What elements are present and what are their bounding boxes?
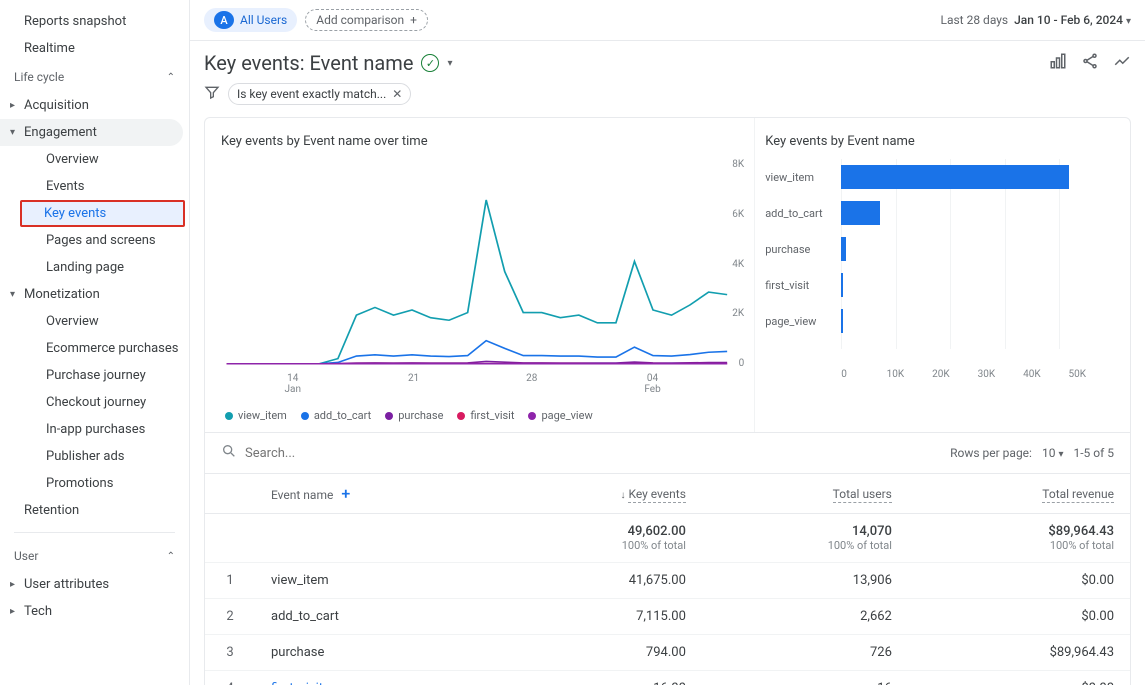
customize-icon[interactable]: [1049, 52, 1067, 74]
page-header: Key events: Event name ✓ ▾: [190, 41, 1145, 79]
segment-label: All Users: [240, 13, 287, 27]
bar-chart: view_itemadd_to_cartpurchasefirst_visitp…: [765, 159, 1114, 369]
chevron-up-icon: ⌃: [167, 72, 175, 83]
bar-row[interactable]: page_view: [765, 303, 1114, 339]
insights-icon[interactable]: [1113, 52, 1131, 74]
legend-item[interactable]: page_view: [528, 409, 592, 422]
table-controls: Rows per page: 10 ▾ 1-5 of 5: [205, 432, 1130, 473]
sidebar-item-user-attributes[interactable]: ▸User attributes: [0, 571, 189, 598]
legend-item[interactable]: purchase: [385, 409, 443, 422]
divider: [14, 532, 175, 533]
sidebar: Reports snapshot Realtime Life cycle⌃ ▸A…: [0, 0, 190, 685]
search-icon: [221, 443, 237, 463]
sidebar-group-user[interactable]: User⌃: [0, 541, 189, 571]
report-card: Key events by Event name over time 8K6K4…: [204, 117, 1131, 685]
sidebar-item-mon-publisher[interactable]: Publisher ads: [0, 443, 189, 470]
sidebar-item-mon-ecom[interactable]: Ecommerce purchases: [0, 335, 189, 362]
share-icon[interactable]: [1081, 52, 1099, 74]
sidebar-item-eng-overview[interactable]: Overview: [0, 146, 189, 173]
sidebar-item-mon-checkout[interactable]: Checkout journey: [0, 389, 189, 416]
bar-row[interactable]: view_item: [765, 159, 1114, 195]
sidebar-item-eng-events[interactable]: Events: [0, 173, 189, 200]
sidebar-item-eng-landing[interactable]: Landing page: [0, 254, 189, 281]
sidebar-item-mon-purchase[interactable]: Purchase journey: [0, 362, 189, 389]
topbar: A All Users Add comparison + Last 28 day…: [190, 0, 1145, 41]
sidebar-item-reports-snapshot[interactable]: Reports snapshot: [0, 8, 189, 35]
bar-row[interactable]: first_visit: [765, 267, 1114, 303]
bar-chart-title: Key events by Event name: [765, 134, 1114, 149]
caret-right-icon: ▸: [10, 100, 22, 111]
date-range-picker[interactable]: Last 28 days Jan 10 - Feb 6, 2024 ▾: [941, 13, 1132, 27]
filter-chip[interactable]: Is key event exactly match... ✕: [228, 83, 411, 105]
table-row[interactable]: 2add_to_cart7,115.002,662$0.00: [205, 599, 1130, 635]
chevron-down-icon: ▾: [1058, 449, 1063, 460]
rows-per-page-select[interactable]: 10 ▾: [1042, 446, 1064, 460]
sidebar-item-engagement[interactable]: ▾Engagement: [0, 119, 183, 146]
caret-right-icon: ▸: [10, 579, 22, 590]
sort-down-icon: ↓: [620, 490, 625, 501]
legend-item[interactable]: add_to_cart: [301, 409, 371, 422]
totals-row: 49,602.00100% of total 14,070100% of tot…: [205, 514, 1130, 563]
table-row[interactable]: 1view_item41,675.0013,906$0.00: [205, 563, 1130, 599]
sidebar-item-eng-key-events[interactable]: Key events: [20, 200, 185, 227]
filter-icon[interactable]: [204, 84, 220, 104]
sidebar-group-lifecycle[interactable]: Life cycle⌃: [0, 62, 189, 92]
sidebar-item-mon-overview[interactable]: Overview: [0, 308, 189, 335]
bar-row[interactable]: purchase: [765, 231, 1114, 267]
line-chart: 8K6K4K2K0: [221, 159, 744, 369]
sidebar-item-acquisition[interactable]: ▸Acquisition: [0, 92, 189, 119]
line-chart-title: Key events by Event name over time: [221, 134, 744, 149]
sidebar-item-mon-promo[interactable]: Promotions: [0, 470, 189, 497]
table-row[interactable]: 3purchase794.00726$89,964.43: [205, 635, 1130, 671]
sidebar-item-tech[interactable]: ▸Tech: [0, 598, 189, 625]
caret-down-icon: ▾: [10, 127, 22, 138]
plus-icon: +: [410, 13, 417, 27]
close-icon[interactable]: ✕: [392, 87, 402, 101]
sidebar-item-retention[interactable]: Retention: [0, 497, 189, 524]
sidebar-item-eng-pages[interactable]: Pages and screens: [0, 227, 189, 254]
add-comparison-button[interactable]: Add comparison +: [305, 9, 428, 31]
caret-down-icon: ▾: [10, 289, 22, 300]
col-event-name[interactable]: Event name+: [255, 474, 493, 514]
col-index: [205, 474, 255, 514]
bar-row[interactable]: add_to_cart: [765, 195, 1114, 231]
caret-right-icon: ▸: [10, 606, 22, 617]
data-table: Event name+ ↓Key events Total users Tota…: [205, 473, 1130, 685]
segment-badge: A: [214, 11, 234, 29]
col-total-users[interactable]: Total users: [702, 474, 908, 514]
sidebar-item-monetization[interactable]: ▾Monetization: [0, 281, 189, 308]
add-dimension-icon[interactable]: +: [341, 484, 350, 503]
legend-item[interactable]: view_item: [225, 409, 287, 422]
chevron-down-icon: ▾: [1126, 16, 1131, 27]
pagination-range: 1-5 of 5: [1073, 446, 1114, 460]
segment-pill[interactable]: A All Users: [204, 8, 297, 32]
search-input[interactable]: [245, 446, 445, 461]
sidebar-item-mon-inapp[interactable]: In-app purchases: [0, 416, 189, 443]
rows-per-page-label: Rows per page:: [950, 446, 1032, 460]
filter-bar: Is key event exactly match... ✕: [190, 79, 1145, 117]
page-title: Key events: Event name: [204, 51, 413, 75]
table-row[interactable]: 4first_visit16.0016$0.00: [205, 671, 1130, 685]
col-total-revenue[interactable]: Total revenue: [908, 474, 1130, 514]
col-key-events[interactable]: ↓Key events: [493, 474, 702, 514]
status-check-icon: ✓: [421, 54, 439, 72]
legend-item[interactable]: first_visit: [457, 409, 514, 422]
chevron-up-icon: ⌃: [167, 551, 175, 562]
chevron-down-icon[interactable]: ▾: [447, 58, 452, 69]
sidebar-item-realtime[interactable]: Realtime: [0, 35, 189, 62]
